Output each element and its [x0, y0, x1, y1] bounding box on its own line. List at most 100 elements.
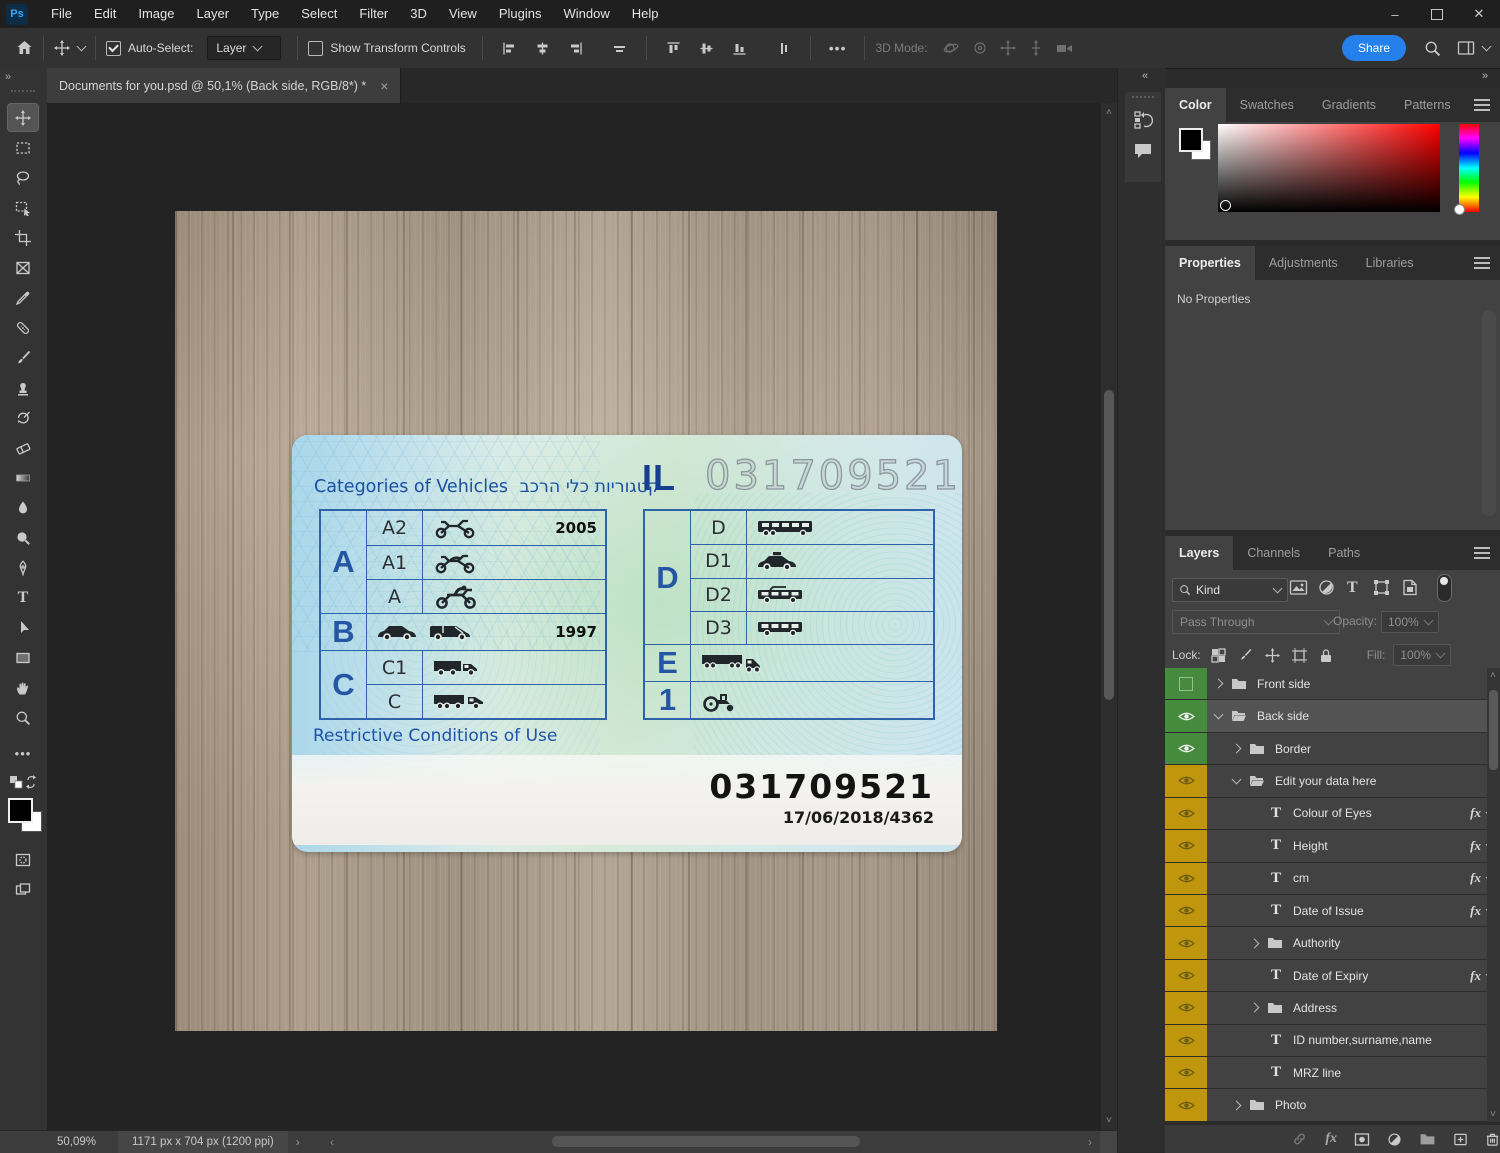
- menu-filter[interactable]: Filter: [348, 0, 399, 28]
- auto-select-checkbox[interactable]: [106, 40, 121, 56]
- tab-swatches[interactable]: Swatches: [1226, 88, 1308, 122]
- align-left-icon[interactable]: [502, 41, 517, 56]
- filter-toggle[interactable]: [1437, 574, 1452, 602]
- screen-mode-icon[interactable]: [8, 876, 38, 903]
- zoom-level[interactable]: 50,09%: [57, 1136, 96, 1148]
- eye-icon[interactable]: [1177, 1002, 1195, 1013]
- menu-window[interactable]: Window: [552, 0, 620, 28]
- layer-row-colour-of-eyes[interactable]: T Colour of Eyes fx: [1165, 797, 1500, 831]
- layer-row-border[interactable]: Border: [1165, 732, 1500, 766]
- align-bottom-icon[interactable]: [732, 41, 747, 56]
- lasso-tool[interactable]: [8, 164, 38, 191]
- layers-scrollbar[interactable]: ˄ ˅: [1487, 668, 1500, 1122]
- status-chevron-icon[interactable]: ›: [296, 1135, 300, 1149]
- color-panel-menu-icon[interactable]: [1474, 104, 1490, 106]
- color-saturation-field[interactable]: [1218, 124, 1440, 212]
- lock-pixels-icon[interactable]: [1238, 648, 1253, 663]
- properties-scroll-strip[interactable]: [1482, 310, 1496, 516]
- delete-layer-icon[interactable]: [1485, 1132, 1500, 1147]
- hue-slider[interactable]: [1454, 124, 1479, 215]
- eye-icon[interactable]: [1177, 905, 1195, 916]
- menu-3d[interactable]: 3D: [399, 0, 438, 28]
- scroll-up-icon[interactable]: ˄: [1106, 107, 1112, 118]
- clone-stamp-tool[interactable]: [8, 374, 38, 401]
- object-selection-tool[interactable]: [8, 194, 38, 221]
- tab-properties[interactable]: Properties: [1165, 246, 1255, 280]
- visibility-well[interactable]: [1165, 797, 1207, 830]
- layer-row-height[interactable]: T Height fx: [1165, 830, 1500, 863]
- eye-icon[interactable]: [1177, 938, 1195, 949]
- restore-button[interactable]: [1416, 0, 1458, 28]
- layer-row-edit-your-data-here[interactable]: Edit your data here: [1165, 765, 1500, 798]
- eye-icon[interactable]: [1177, 743, 1195, 754]
- filter-kind-dropdown[interactable]: Kind: [1172, 578, 1288, 602]
- tab-adjustments[interactable]: Adjustments: [1255, 246, 1352, 280]
- menu-view[interactable]: View: [438, 0, 488, 28]
- align-right-icon[interactable]: [568, 41, 583, 56]
- crop-tool[interactable]: [8, 224, 38, 251]
- pen-tool[interactable]: [8, 554, 38, 581]
- vertical-scroll-thumb[interactable]: [1104, 390, 1114, 700]
- visibility-well[interactable]: [1165, 700, 1207, 732]
- blur-tool[interactable]: [8, 494, 38, 521]
- eraser-tool[interactable]: [8, 434, 38, 461]
- layer-row-address[interactable]: Address: [1165, 992, 1500, 1025]
- align-middle-icon[interactable]: [699, 41, 714, 56]
- frame-tool[interactable]: [8, 254, 38, 281]
- visibility-well[interactable]: [1165, 732, 1207, 765]
- eye-icon[interactable]: [1177, 970, 1195, 981]
- layers-panel-menu-icon[interactable]: [1474, 552, 1490, 554]
- layer-row-mrz-line[interactable]: T MRZ line: [1165, 1057, 1500, 1090]
- move-tool-preset[interactable]: [54, 40, 87, 56]
- more-options-icon[interactable]: •••: [829, 40, 847, 56]
- eye-icon[interactable]: [1177, 808, 1195, 819]
- layer-row-back-side[interactable]: Back side: [1165, 700, 1500, 733]
- toolbar-grip[interactable]: [11, 90, 35, 92]
- auto-select-target-dropdown[interactable]: Layer: [207, 36, 282, 60]
- adjustment-layer-icon[interactable]: [1387, 1132, 1402, 1147]
- tab-layers[interactable]: Layers: [1165, 536, 1234, 570]
- expand-icon[interactable]: [1213, 678, 1224, 689]
- quick-mask-icon[interactable]: [8, 846, 38, 873]
- fill-field[interactable]: 100%: [1393, 644, 1452, 666]
- blend-mode-dropdown[interactable]: Pass Through: [1172, 610, 1340, 634]
- filter-smart-objects-icon[interactable]: [1402, 579, 1418, 596]
- hand-tool[interactable]: [8, 674, 38, 701]
- visibility-well[interactable]: [1165, 1089, 1207, 1121]
- edit-toolbar-icon[interactable]: •••: [8, 740, 38, 767]
- history-panel-icon[interactable]: [1133, 110, 1153, 130]
- document-vertical-scrollbar[interactable]: ˄ ˅: [1100, 103, 1118, 1130]
- scroll-right-icon[interactable]: ›: [1088, 1135, 1092, 1149]
- new-group-icon[interactable]: [1419, 1132, 1436, 1146]
- zoom-tool[interactable]: [8, 704, 38, 731]
- layer-row-id-number-surname-name[interactable]: T ID number,surname,name: [1165, 1024, 1500, 1058]
- eye-icon[interactable]: [1177, 840, 1195, 851]
- expand-icon[interactable]: [1231, 743, 1242, 754]
- visibility-well[interactable]: [1165, 765, 1207, 797]
- visibility-well[interactable]: [1165, 862, 1207, 894]
- menu-plugins[interactable]: Plugins: [488, 0, 553, 28]
- eye-icon[interactable]: [1177, 1035, 1195, 1046]
- show-transform-checkbox[interactable]: [308, 40, 324, 56]
- tab-gradients[interactable]: Gradients: [1308, 88, 1390, 122]
- horizontal-scroll-thumb[interactable]: [552, 1136, 860, 1147]
- eye-icon[interactable]: [1177, 873, 1195, 884]
- minimize-button[interactable]: –: [1374, 0, 1416, 28]
- dodge-tool[interactable]: [8, 524, 38, 551]
- workspace-icon[interactable]: [1457, 40, 1475, 56]
- menu-image[interactable]: Image: [127, 0, 185, 28]
- share-button[interactable]: Share: [1341, 35, 1406, 61]
- menu-type[interactable]: Type: [240, 0, 290, 28]
- align-center-h-icon[interactable]: [535, 41, 550, 56]
- eye-icon[interactable]: [1177, 1100, 1195, 1111]
- expand-icon[interactable]: [1231, 1100, 1242, 1111]
- eyedropper-tool[interactable]: [8, 284, 38, 311]
- search-icon[interactable]: [1424, 40, 1441, 57]
- align-center-v-icon[interactable]: [612, 41, 627, 56]
- properties-panel-menu-icon[interactable]: [1474, 262, 1490, 264]
- foreground-color-swatch[interactable]: [8, 798, 33, 823]
- layer-row-front-side[interactable]: Front side: [1165, 668, 1500, 701]
- filter-type-layers-icon[interactable]: T: [1347, 579, 1358, 597]
- filter-pixel-layers-icon[interactable]: [1289, 579, 1308, 596]
- opacity-field[interactable]: 100%: [1381, 611, 1439, 633]
